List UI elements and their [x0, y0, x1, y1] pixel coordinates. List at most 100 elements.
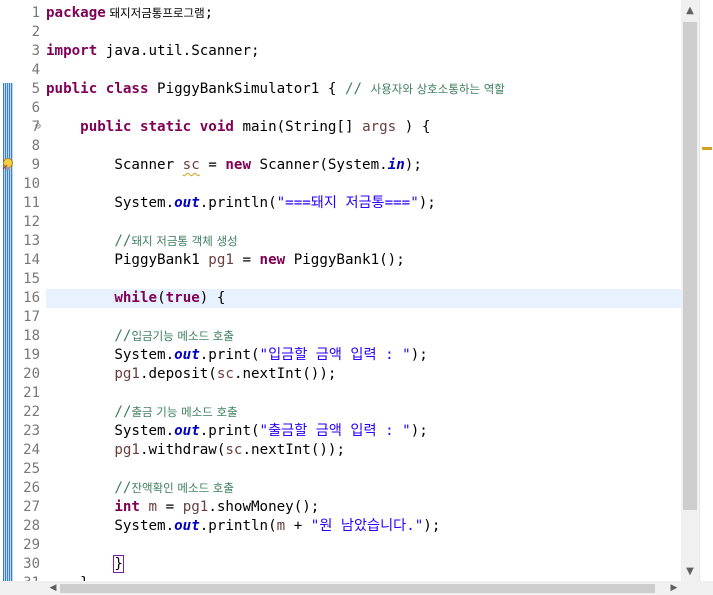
code-line[interactable]	[46, 23, 681, 42]
fold-toggle-icon[interactable]: ⊖	[35, 121, 41, 132]
line-number: 30	[23, 556, 40, 572]
line-number: 5	[31, 81, 40, 97]
code-token: PiggyBankSimulator1 {	[148, 81, 345, 97]
line-number: 16	[23, 290, 40, 306]
code-line[interactable]	[46, 99, 681, 118]
code-line[interactable]	[46, 213, 681, 232]
line-number: 25	[23, 461, 40, 477]
code-token: );	[423, 518, 441, 534]
code-line[interactable]: //입금기능 메소드 호출	[46, 327, 681, 346]
code-line[interactable]: System.out.println(m + "원 남았습니다.");	[46, 517, 681, 536]
code-line[interactable]	[46, 308, 681, 327]
code-token: .println(	[199, 195, 277, 211]
code-token: out	[174, 423, 200, 439]
code-token: }	[113, 555, 124, 573]
scroll-right-icon[interactable]: ▶	[667, 581, 681, 595]
scroll-up-icon[interactable]: ▲	[681, 2, 699, 20]
scrollbar-corner	[681, 581, 713, 595]
vertical-scrollbar[interactable]: ▲ ▼	[681, 0, 699, 581]
code-token: PiggyBank1	[46, 252, 209, 268]
scroll-down-icon[interactable]: ▼	[681, 563, 699, 581]
line-number-gutter: 1 2 3 4 5 6 7 8 9 10 11 12 13 14 15 16 17 18 19 20 21 22 23 24 2…	[16, 0, 42, 591]
code-token: +	[285, 518, 311, 534]
code-line[interactable]: //잔액확인 메소드 호출	[46, 479, 681, 498]
line-number: 14	[23, 252, 40, 268]
code-token: 사용자와 상호소통하는 역할	[370, 82, 505, 96]
code-token: pg1	[182, 499, 209, 515]
warning-overview-marker[interactable]	[702, 147, 712, 150]
warning-lightbulb-icon[interactable]	[1, 157, 15, 171]
line-number: 23	[23, 423, 40, 439]
code-token: true	[165, 290, 200, 306]
code-token: =	[157, 499, 183, 515]
code-token: .print(	[199, 347, 260, 363]
code-token: ) {	[199, 290, 226, 306]
line-number: 15	[23, 271, 40, 287]
code-line[interactable]: System.out.print("출금할 금액 입력 : ");	[46, 422, 681, 441]
code-token: System.	[46, 518, 175, 534]
code-token: public	[80, 119, 132, 135]
code-line[interactable]: package 돼지저금통프로그램;	[46, 4, 681, 23]
code-area[interactable]: package 돼지저금통프로그램; import java.util.Scann…	[46, 0, 681, 581]
code-line[interactable]: pg1.withdraw(sc.nextInt());	[46, 441, 681, 460]
horizontal-scroll-thumb[interactable]	[60, 584, 655, 593]
code-token: pg1	[208, 252, 234, 268]
code-line[interactable]: PiggyBank1 pg1 = new PiggyBank1();	[46, 251, 681, 270]
code-line[interactable]	[46, 175, 681, 194]
code-token: );	[404, 157, 422, 173]
vertical-scroll-thumb[interactable]	[683, 22, 697, 510]
code-token: (	[157, 290, 166, 306]
code-token: ;	[204, 5, 214, 21]
code-token: );	[410, 347, 428, 363]
code-token: int	[114, 499, 140, 515]
code-line[interactable]: import java.util.Scanner;	[46, 42, 681, 61]
code-token: 잔액확인 메소드 호출	[131, 481, 234, 495]
code-line[interactable]	[46, 384, 681, 403]
code-line[interactable]: public class PiggyBankSimulator1 { // 사용…	[46, 80, 681, 99]
code-line[interactable]: public static void main(String[] args ) …	[46, 118, 681, 137]
line-number: 17	[23, 309, 40, 325]
overview-ruler[interactable]	[699, 0, 713, 581]
code-line[interactable]	[46, 137, 681, 156]
code-line[interactable]	[46, 536, 681, 555]
code-token: while	[114, 290, 158, 306]
code-line[interactable]: //출금 기능 메소드 호출	[46, 403, 681, 422]
code-line[interactable]: int m = pg1.showMoney();	[46, 498, 681, 517]
code-line[interactable]: //돼지 저금통 객체 생성	[46, 232, 681, 251]
code-line[interactable]	[46, 270, 681, 289]
code-line[interactable]: }	[46, 555, 681, 574]
code-line[interactable]: Scanner sc = new Scanner(System.in);	[46, 156, 681, 175]
java-code-editor[interactable]: 1 2 3 4 5 6 7 8 9 10 11 12 13 14 15 16 17 18 19 20 21 22 23 24 2…	[0, 0, 713, 595]
code-token: void	[199, 119, 234, 135]
code-line[interactable]: while(true) {	[46, 289, 681, 308]
code-token: out	[174, 347, 200, 363]
horizontal-scrollbar[interactable]: ◀ ▶	[0, 581, 681, 595]
line-number: 24	[23, 442, 40, 458]
code-line[interactable]: }	[46, 574, 681, 581]
code-line[interactable]: System.out.println("===돼지 저금통===");	[46, 194, 681, 213]
code-token: public	[46, 81, 98, 97]
scroll-left-icon[interactable]: ◀	[46, 581, 60, 595]
code-token: package	[46, 5, 106, 21]
code-line[interactable]	[46, 61, 681, 80]
code-line[interactable]: pg1.deposit(sc.nextInt());	[46, 365, 681, 384]
code-token: in	[387, 157, 405, 173]
code-token: .withdraw(	[139, 442, 226, 458]
code-token: //	[344, 81, 371, 97]
code-token: new	[259, 252, 286, 268]
code-line[interactable]: System.out.print("입금할 금액 입력 : ");	[46, 346, 681, 365]
code-token: main(String[]	[233, 119, 363, 135]
code-line[interactable]	[46, 460, 681, 479]
code-token: .print(	[199, 423, 260, 439]
code-token: class	[105, 81, 149, 97]
code-token: 출금 기능 메소드 호출	[131, 405, 238, 419]
code-token: System.	[46, 347, 175, 363]
line-number: 19	[23, 347, 40, 363]
